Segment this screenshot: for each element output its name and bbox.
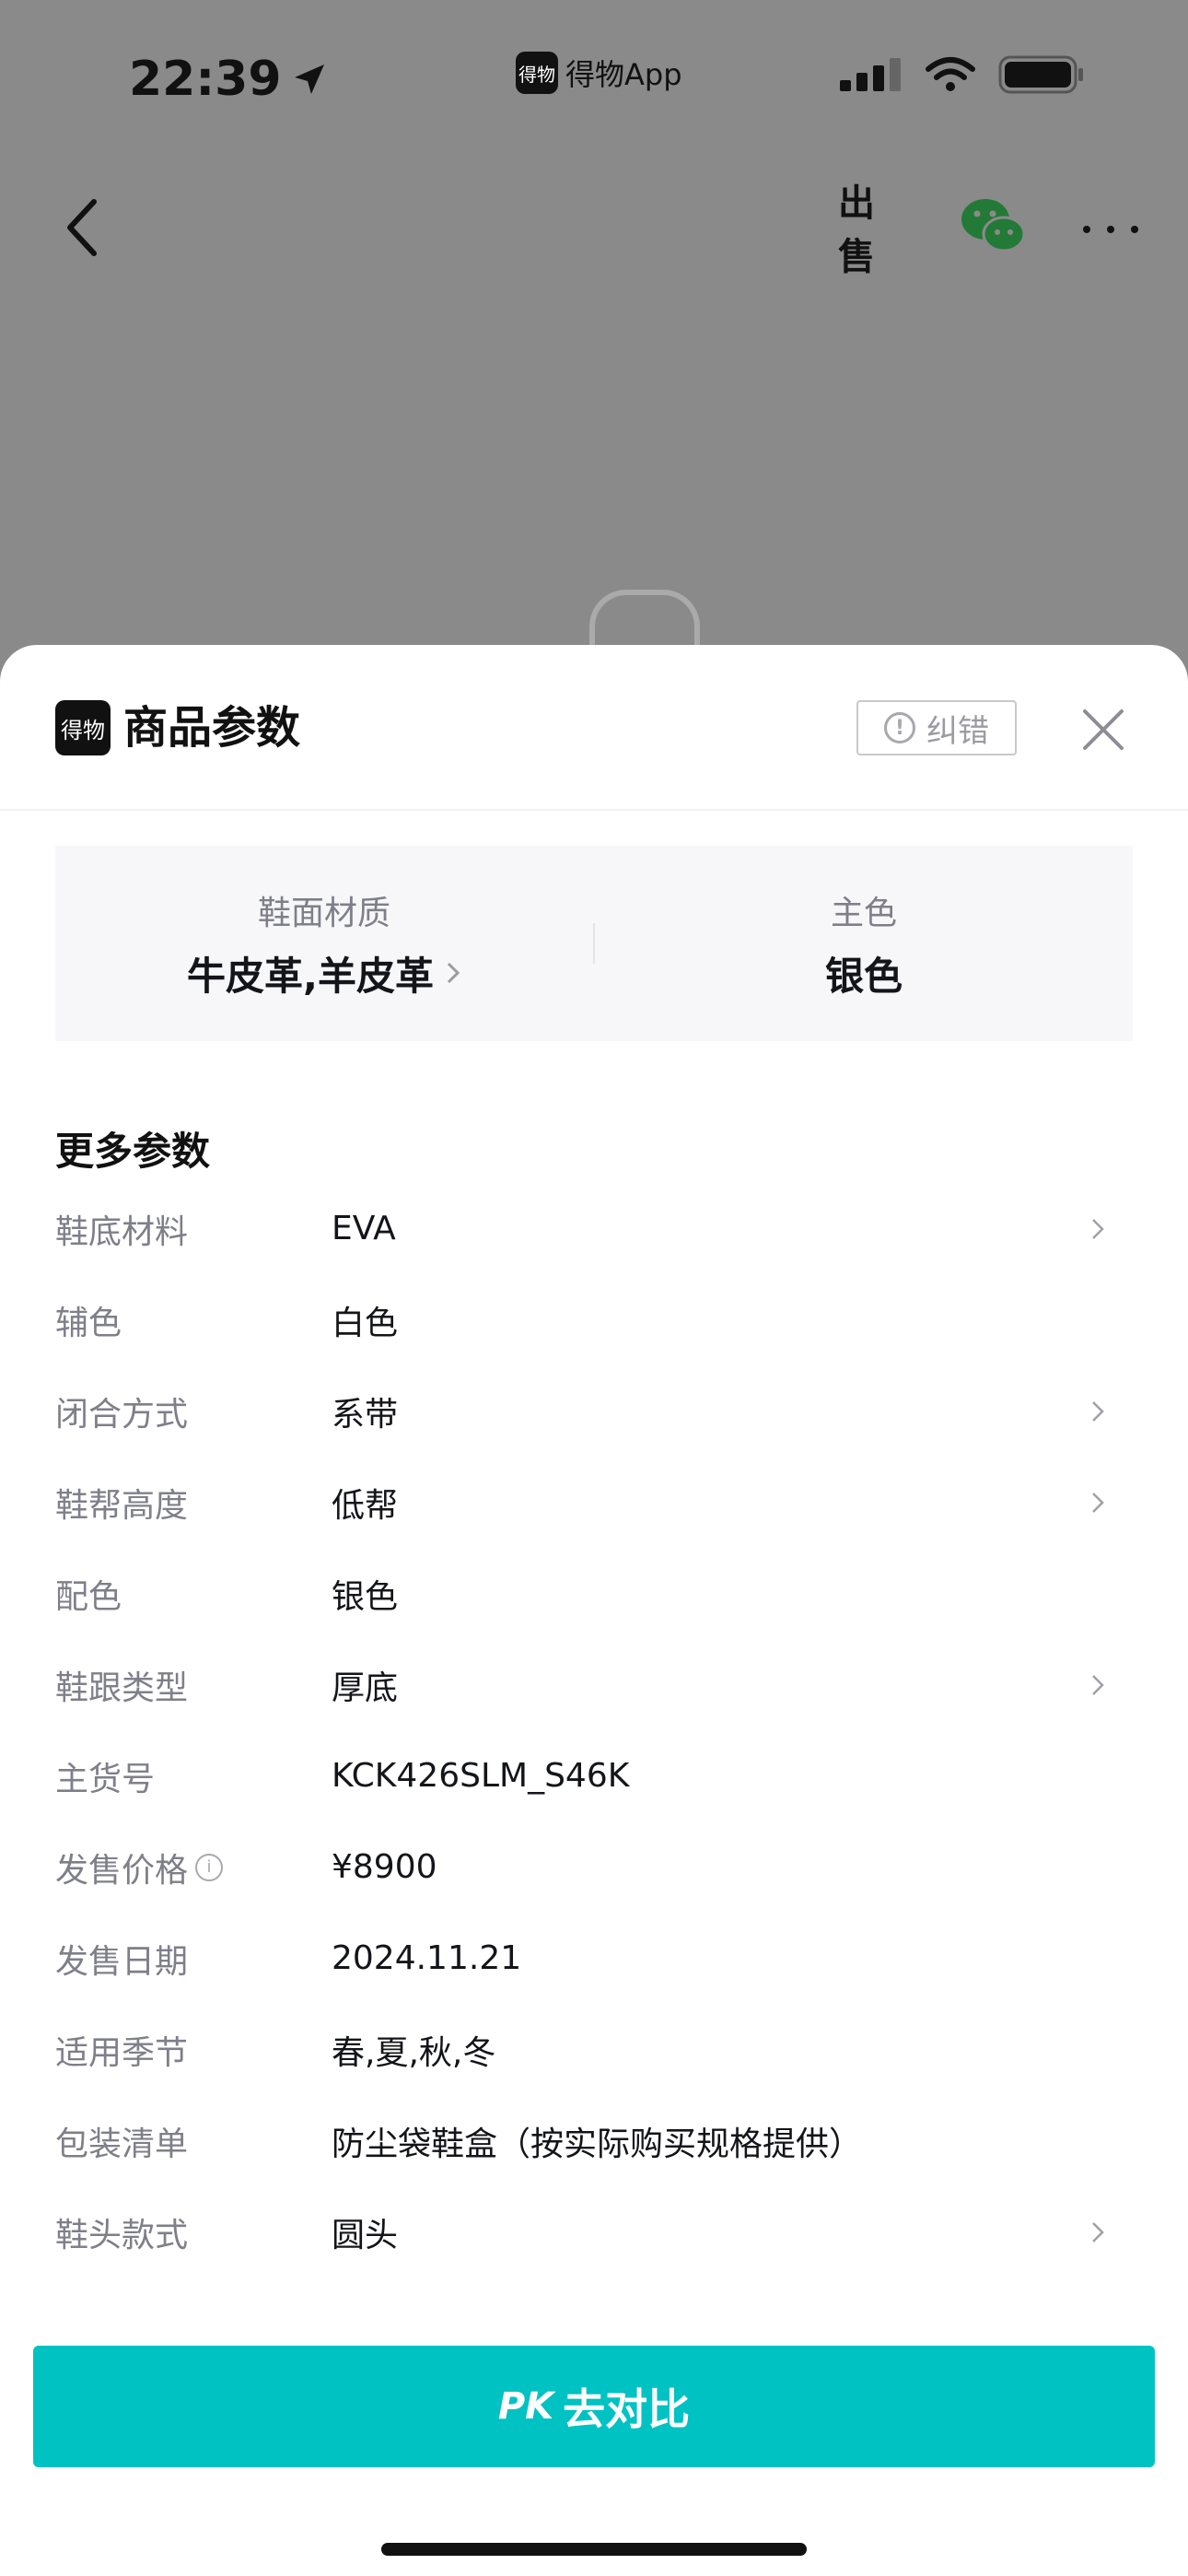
back-button[interactable] bbox=[55, 195, 111, 260]
param-label: 鞋底材料 bbox=[55, 1212, 189, 1251]
home-indicator[interactable] bbox=[381, 2543, 807, 2556]
param-row-sole-material[interactable]: 鞋底材料 EVA bbox=[55, 1183, 1133, 1274]
sell-label: 出售 bbox=[838, 182, 875, 278]
sheet-title: 商品参数 bbox=[123, 702, 301, 754]
param-value: 圆头 bbox=[332, 2216, 399, 2254]
exclamation-circle-icon: ! bbox=[884, 712, 915, 744]
product-image bbox=[589, 590, 700, 645]
main-color: 主色 银色 bbox=[595, 886, 1133, 1001]
param-row-closure[interactable]: 闭合方式 系带 bbox=[55, 1365, 1133, 1457]
chevron-right-icon bbox=[447, 962, 460, 984]
chevron-left-icon bbox=[67, 199, 97, 256]
upper-material[interactable]: 鞋面材质 牛皮革,羊皮革 bbox=[55, 886, 593, 1001]
param-label: 鞋帮高度 bbox=[55, 1486, 189, 1525]
product-header: 出售 bbox=[0, 175, 1188, 278]
param-row-package: 包装清单 防尘袋鞋盒（按实际购买规格提供） bbox=[55, 2095, 1133, 2186]
param-label: 主货号 bbox=[55, 1760, 156, 1798]
param-value: 厚底 bbox=[332, 1669, 399, 1707]
close-button[interactable] bbox=[1077, 704, 1129, 755]
param-value: 防尘袋鞋盒（按实际购买规格提供） bbox=[332, 2125, 863, 2163]
sheet-header: 得物 商品参数 ! 纠错 bbox=[0, 645, 1188, 811]
param-label-wrap: 发售价格 i bbox=[55, 1844, 332, 1891]
info-icon[interactable]: i bbox=[195, 1853, 224, 1881]
param-label: 发售日期 bbox=[55, 1942, 189, 1981]
param-label: 鞋头款式 bbox=[55, 2216, 189, 2254]
pk-label: 去对比 bbox=[563, 2384, 691, 2434]
time-label: 22:39 bbox=[129, 52, 282, 107]
sell-button[interactable]: 出售 bbox=[838, 182, 904, 278]
app-name: 得物App bbox=[565, 57, 682, 92]
param-row-upper-height[interactable]: 鞋帮高度 低帮 bbox=[55, 1457, 1133, 1548]
param-value: 银色 bbox=[332, 1577, 399, 1616]
chevron-right-icon bbox=[1092, 1219, 1104, 1239]
param-label: 包装清单 bbox=[55, 2125, 189, 2163]
more-params-title: 更多参数 bbox=[55, 1129, 211, 1174]
pk-compare-button[interactable]: PK 去对比 bbox=[33, 2346, 1155, 2467]
back-to-app[interactable]: 得物 得物App bbox=[516, 52, 682, 94]
brand-logo-icon: 得物 bbox=[55, 700, 111, 755]
param-label: 鞋跟类型 bbox=[55, 1669, 189, 1707]
more-dot bbox=[1083, 226, 1090, 233]
summary-value: 牛皮革,羊皮革 bbox=[187, 953, 434, 999]
param-row-toe-style[interactable]: 鞋头款式 圆头 bbox=[55, 2186, 1133, 2277]
param-value: KCK426SLM_S46K bbox=[332, 1757, 630, 1795]
wifi-icon bbox=[926, 57, 975, 91]
report-error-label: 纠错 bbox=[926, 712, 989, 750]
status-bar: 22:39 得物 得物App bbox=[0, 0, 1188, 157]
report-error-button[interactable]: ! 纠错 bbox=[856, 700, 1017, 755]
chevron-right-icon bbox=[1092, 1401, 1104, 1422]
params-sheet: 得物 商品参数 ! 纠错 鞋面材质 牛皮革,羊皮革 主色 银色 更多参数 鞋底材… bbox=[0, 645, 1188, 2576]
param-row-release-price: 发售价格 i ¥8900 bbox=[55, 1821, 1133, 1913]
key-params-card: 鞋面材质 牛皮革,羊皮革 主色 银色 bbox=[55, 846, 1133, 1041]
param-value: ¥8900 bbox=[332, 1848, 437, 1886]
param-row-season: 适用季节 春,夏,秋,冬 bbox=[55, 2004, 1133, 2095]
param-label: 发售价格 bbox=[55, 1851, 189, 1890]
summary-label: 鞋面材质 bbox=[257, 894, 390, 932]
param-row-article-number: 主货号 KCK426SLM_S46K bbox=[55, 1730, 1133, 1821]
param-label: 配色 bbox=[55, 1577, 122, 1616]
param-row-colorway: 配色 银色 bbox=[55, 1548, 1133, 1639]
param-row-heel-type[interactable]: 鞋跟类型 厚底 bbox=[55, 1639, 1133, 1730]
summary-value-wrap: 牛皮革,羊皮革 bbox=[187, 945, 461, 1001]
app-logo-icon: 得物 bbox=[516, 52, 558, 94]
summary-value: 银色 bbox=[824, 953, 903, 999]
param-value: 2024.11.21 bbox=[332, 1939, 522, 1977]
chevron-right-icon bbox=[1092, 1493, 1104, 1513]
param-value: 白色 bbox=[332, 1304, 399, 1342]
more-dot bbox=[1107, 226, 1114, 233]
summary-label: 主色 bbox=[830, 894, 897, 932]
wechat-share-button[interactable] bbox=[958, 193, 1028, 258]
param-value: 低帮 bbox=[332, 1486, 399, 1525]
wechat-icon bbox=[961, 199, 1026, 252]
location-arrow-icon bbox=[294, 64, 324, 94]
battery-icon bbox=[998, 55, 1083, 94]
param-row-release-date: 发售日期 2024.11.21 bbox=[55, 1913, 1133, 2004]
chevron-right-icon bbox=[1092, 1675, 1104, 1695]
pk-prefix: PK bbox=[497, 2385, 554, 2428]
status-time: 22:39 bbox=[129, 52, 328, 107]
signal-icon bbox=[840, 58, 901, 91]
param-value: 春,夏,秋,冬 bbox=[332, 2033, 496, 2072]
param-label: 辅色 bbox=[55, 1304, 122, 1342]
more-button[interactable] bbox=[1083, 216, 1138, 243]
param-row-secondary-color: 辅色 白色 bbox=[55, 1274, 1133, 1365]
chevron-right-icon bbox=[1092, 2222, 1104, 2242]
more-dot bbox=[1131, 226, 1138, 233]
param-value: 系带 bbox=[332, 1395, 399, 1434]
status-icons bbox=[840, 55, 1085, 94]
close-icon bbox=[1083, 709, 1124, 750]
param-label: 闭合方式 bbox=[55, 1395, 189, 1434]
param-value: EVA bbox=[332, 1210, 396, 1247]
param-label: 适用季节 bbox=[55, 2033, 189, 2072]
params-list: 鞋底材料 EVA 辅色 白色 闭合方式 系带 鞋帮高度 低帮 配色 银色 鞋跟类… bbox=[55, 1183, 1133, 2277]
